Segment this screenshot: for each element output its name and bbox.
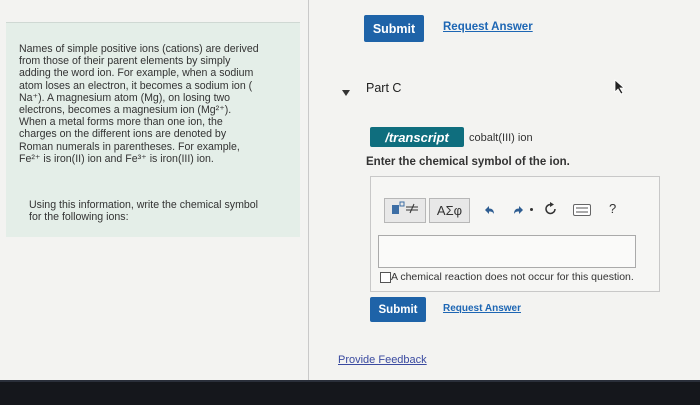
provide-feedback-link[interactable]: Provide Feedback (338, 354, 427, 366)
no-reaction-label: A chemical reaction does not occur for t… (391, 271, 634, 283)
no-reaction-checkbox[interactable] (380, 272, 391, 283)
request-answer-link-top[interactable]: Request Answer (443, 21, 533, 33)
info-line: for the following ions: (29, 211, 129, 224)
info-paragraph-1: Names of simple positive ions (cations) … (19, 43, 299, 165)
question-prompt: Enter the chemical symbol of the ion. (366, 156, 570, 168)
info-line: Na⁺). A magnesium atom (Mg), on losing t… (19, 91, 231, 104)
reset-icon[interactable] (544, 202, 558, 216)
help-icon[interactable]: ? (609, 201, 616, 216)
info-line: Fe²⁺ is iron(II) ion and Fe³⁺ is iron(II… (19, 152, 214, 165)
keyboard-icon[interactable] (573, 203, 591, 216)
collapse-caret-icon[interactable] (342, 84, 350, 96)
request-answer-link[interactable]: Request Answer (443, 303, 521, 314)
template-icon (389, 200, 421, 221)
info-panel: Names of simple positive ions (cations) … (6, 22, 300, 237)
transcript-badge: /transcript (370, 127, 464, 147)
transcript-text: cobalt(III) ion (469, 132, 533, 144)
info-line: Using this information, write the chemic… (29, 199, 259, 211)
undo-icon[interactable] (482, 203, 496, 217)
info-line: Roman numerals in parentheses. For examp… (19, 140, 240, 153)
footer-divider (0, 380, 700, 382)
info-line: charges on the different ions are denote… (19, 128, 227, 141)
info-line: from those of their parent elements by s… (19, 55, 231, 68)
symbols-button[interactable]: ΑΣφ (429, 198, 470, 223)
info-paragraph-2: Using this information, write the chemic… (29, 199, 289, 223)
info-line: When a metal forms more than one ion, th… (19, 116, 223, 129)
redo-icon[interactable] (512, 203, 526, 217)
submit-button[interactable]: Submit (370, 297, 426, 322)
dot-icon (530, 208, 533, 211)
info-line: electrons, becomes a magnesium ion (Mg²⁺… (19, 104, 232, 117)
info-line: adding the word ion. For example, when a… (19, 67, 254, 80)
column-divider (308, 0, 309, 380)
submit-button-top[interactable]: Submit (364, 15, 424, 42)
template-button[interactable] (384, 198, 426, 223)
mouse-cursor-icon (614, 79, 626, 95)
footer-bar (0, 380, 700, 405)
answer-input[interactable] (378, 235, 636, 268)
info-line: Names of simple positive ions (cations) … (19, 43, 259, 55)
part-label: Part C (366, 81, 402, 95)
info-line: atom loses an electron, it becomes a sod… (19, 79, 253, 92)
